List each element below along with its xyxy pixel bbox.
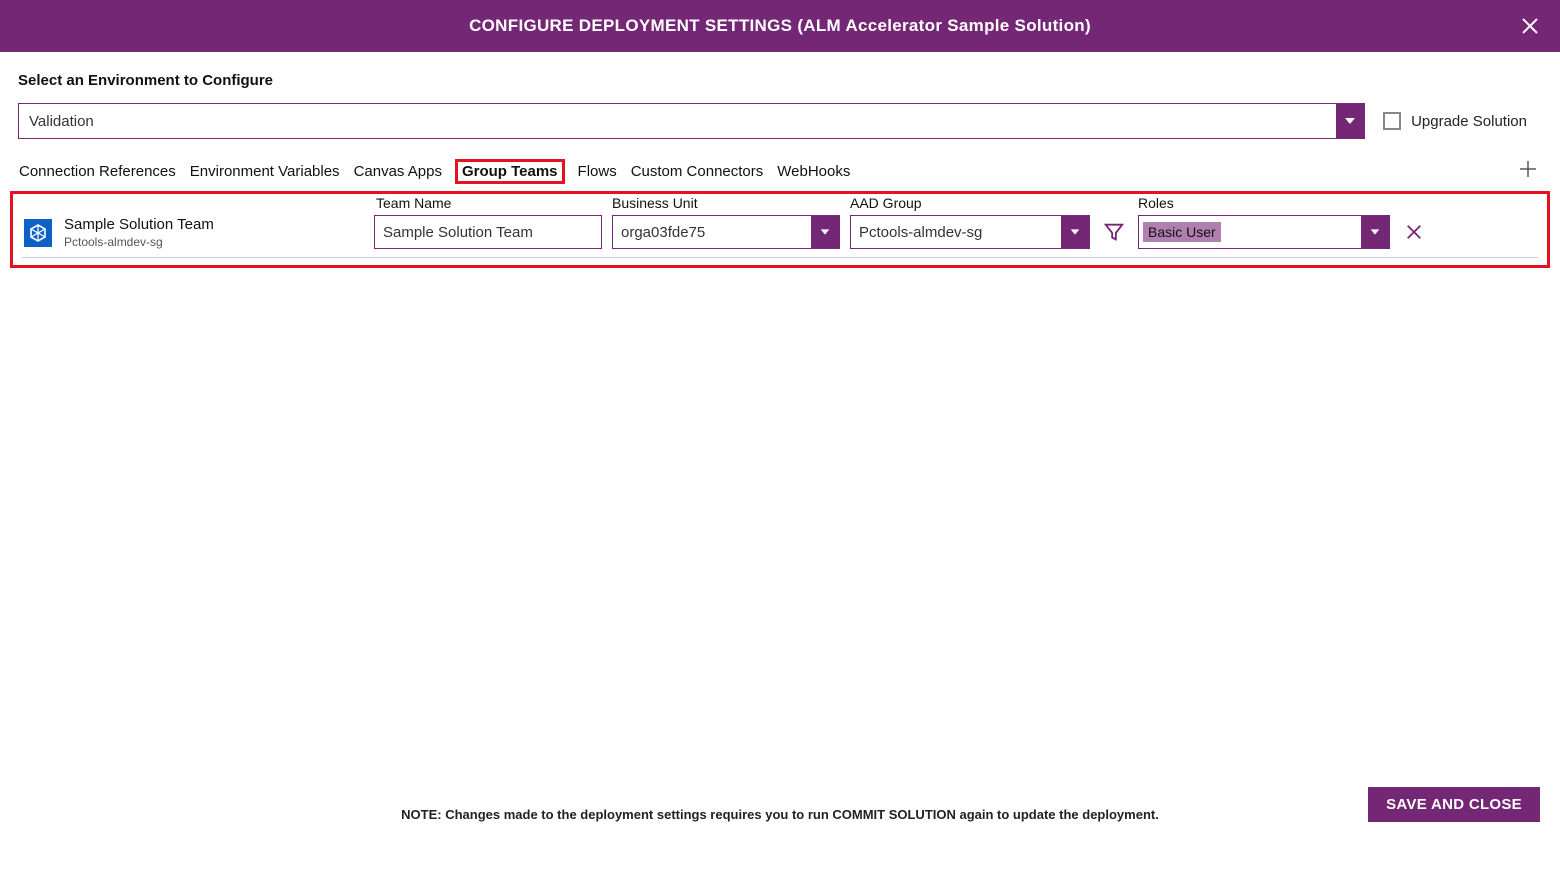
column-roles: Roles (1138, 195, 1390, 211)
add-row-button[interactable] (1518, 159, 1538, 184)
upgrade-solution-label: Upgrade Solution (1411, 113, 1527, 130)
environment-label: Select an Environment to Configure (18, 72, 1542, 89)
environment-select-value: Validation (19, 104, 1336, 138)
roles-select[interactable]: Basic User (1138, 215, 1390, 249)
close-icon (1520, 16, 1540, 36)
aad-group-value: Pctools-almdev-sg (851, 216, 1061, 248)
upgrade-solution-toggle[interactable]: Upgrade Solution (1383, 112, 1542, 130)
business-unit-value: orga03fde75 (613, 216, 811, 248)
close-button[interactable] (1516, 12, 1544, 40)
close-icon (1405, 223, 1423, 241)
tab-group-teams[interactable]: Group Teams (455, 159, 565, 184)
business-unit-caret[interactable] (811, 216, 839, 248)
column-aad-group: AAD Group (850, 195, 1090, 211)
team-subtitle: Pctools-almdev-sg (64, 235, 214, 249)
group-icon (29, 224, 47, 242)
tab-webhooks[interactable]: WebHooks (776, 161, 851, 182)
footer-note-bar: NOTE: Changes made to the deployment set… (0, 807, 1560, 822)
tab-custom-connectors[interactable]: Custom Connectors (630, 161, 765, 182)
save-and-close-button[interactable]: SAVE AND CLOSE (1368, 787, 1540, 822)
dialog-header: CONFIGURE DEPLOYMENT SETTINGS (ALM Accel… (0, 0, 1560, 52)
row-divider (22, 257, 1538, 258)
team-identity: Sample Solution Team Pctools-almdev-sg (20, 198, 364, 249)
upgrade-solution-checkbox[interactable] (1383, 112, 1401, 130)
column-business-unit: Business Unit (612, 195, 840, 211)
aad-group-select[interactable]: Pctools-almdev-sg (850, 215, 1090, 249)
tab-flows[interactable]: Flows (577, 161, 618, 182)
chevron-down-icon (819, 226, 831, 238)
environment-select[interactable]: Validation (18, 103, 1365, 139)
team-name-value: Sample Solution Team (375, 216, 601, 248)
role-tag[interactable]: Basic User (1143, 222, 1221, 242)
footer-note: NOTE: Changes made to the deployment set… (401, 807, 1159, 822)
column-team-name: Team Name (374, 195, 602, 211)
chevron-down-icon (1369, 226, 1381, 238)
filter-button[interactable] (1100, 215, 1128, 249)
remove-row-button[interactable] (1400, 215, 1428, 249)
filter-icon (1103, 221, 1125, 243)
environment-select-caret[interactable] (1336, 104, 1364, 138)
business-unit-select[interactable]: orga03fde75 (612, 215, 840, 249)
team-title: Sample Solution Team (64, 216, 214, 233)
dialog-title: CONFIGURE DEPLOYMENT SETTINGS (ALM Accel… (469, 16, 1091, 36)
tabs-row: Connection References Environment Variab… (18, 157, 1542, 185)
plus-icon (1518, 159, 1538, 179)
aad-group-caret[interactable] (1061, 216, 1089, 248)
team-name-input[interactable]: Sample Solution Team (374, 215, 602, 249)
chevron-down-icon (1069, 226, 1081, 238)
tab-canvas-apps[interactable]: Canvas Apps (353, 161, 443, 182)
team-icon (24, 219, 52, 247)
tab-connection-references[interactable]: Connection References (18, 161, 177, 182)
chevron-down-icon (1343, 114, 1357, 128)
tab-environment-variables[interactable]: Environment Variables (189, 161, 341, 182)
roles-caret[interactable] (1361, 216, 1389, 248)
